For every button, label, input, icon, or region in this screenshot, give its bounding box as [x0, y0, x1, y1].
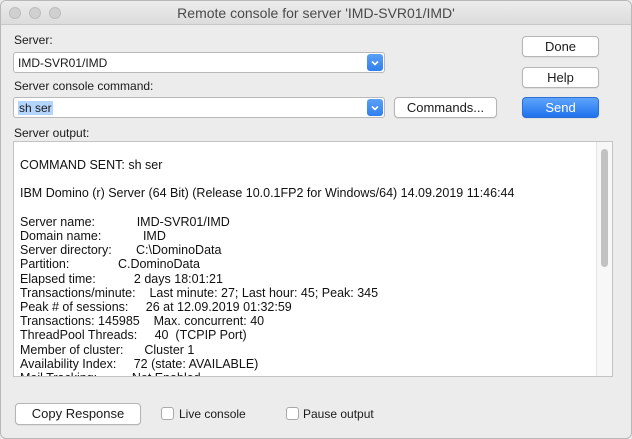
chevron-down-icon[interactable]: [367, 99, 383, 116]
live-console-label: Live console: [179, 407, 246, 421]
output-line: Availability Index: 72 (state: AVAILABLE…: [20, 356, 259, 371]
command-combobox[interactable]: sh ser: [13, 97, 385, 118]
title-bar: Remote console for server 'IMD-SVR01/IMD…: [1, 1, 631, 25]
pause-output-checkbox[interactable]: [286, 407, 299, 420]
command-label: Server console command:: [14, 79, 154, 93]
output-line: Transactions: 145985 Max. concurrent: 40: [20, 314, 265, 329]
chevron-down-icon[interactable]: [367, 54, 383, 71]
output-label: Server output:: [14, 126, 90, 140]
copy-response-button[interactable]: Copy Response: [15, 403, 141, 425]
pause-output-label: Pause output: [303, 407, 374, 421]
output-line: Elapsed time: 2 days 18:01:21: [20, 271, 223, 286]
output-line: COMMAND SENT: sh ser: [20, 158, 163, 172]
done-button[interactable]: Done: [522, 36, 599, 57]
output-line: ThreadPool Threads: 40 (TCPIP Port): [20, 328, 247, 343]
live-console-checkbox[interactable]: [161, 407, 174, 420]
output-line: Peak # of sessions: 26 at 12.09.2019 01:…: [20, 300, 292, 315]
remote-console-window: Remote console for server 'IMD-SVR01/IMD…: [0, 0, 632, 439]
server-select[interactable]: IMD-SVR01/IMD: [13, 52, 385, 73]
server-select-value: IMD-SVR01/IMD: [18, 56, 108, 70]
scrollbar-thumb[interactable]: [601, 149, 608, 267]
send-button[interactable]: Send: [522, 97, 599, 118]
output-line: Server name: IMD-SVR01/IMD: [20, 214, 230, 229]
output-line: Server directory: C:\DominoData: [20, 243, 222, 258]
output-line: Member of cluster: Cluster 1: [20, 342, 195, 357]
commands-button[interactable]: Commands...: [394, 97, 497, 118]
output-line: Domain name: IMD: [20, 229, 166, 244]
server-output-panel[interactable]: COMMAND SENT: sh ser IBM Domino (r) Serv…: [13, 141, 613, 377]
command-input[interactable]: sh ser: [18, 101, 53, 115]
output-line: IBM Domino (r) Server (64 Bit) (Release …: [20, 186, 515, 201]
help-button[interactable]: Help: [522, 67, 599, 88]
server-label: Server:: [14, 33, 53, 47]
output-line: Transactions/minute: Last minute: 27; La…: [20, 285, 379, 300]
output-line: Partition: C.DominoData: [20, 257, 200, 272]
output-scrollbar[interactable]: [596, 142, 612, 376]
output-line: Mail Tracking: Not Enabled: [20, 371, 595, 376]
server-output-text: COMMAND SENT: sh ser IBM Domino (r) Serv…: [20, 158, 595, 376]
window-title: Remote console for server 'IMD-SVR01/IMD…: [177, 5, 455, 21]
